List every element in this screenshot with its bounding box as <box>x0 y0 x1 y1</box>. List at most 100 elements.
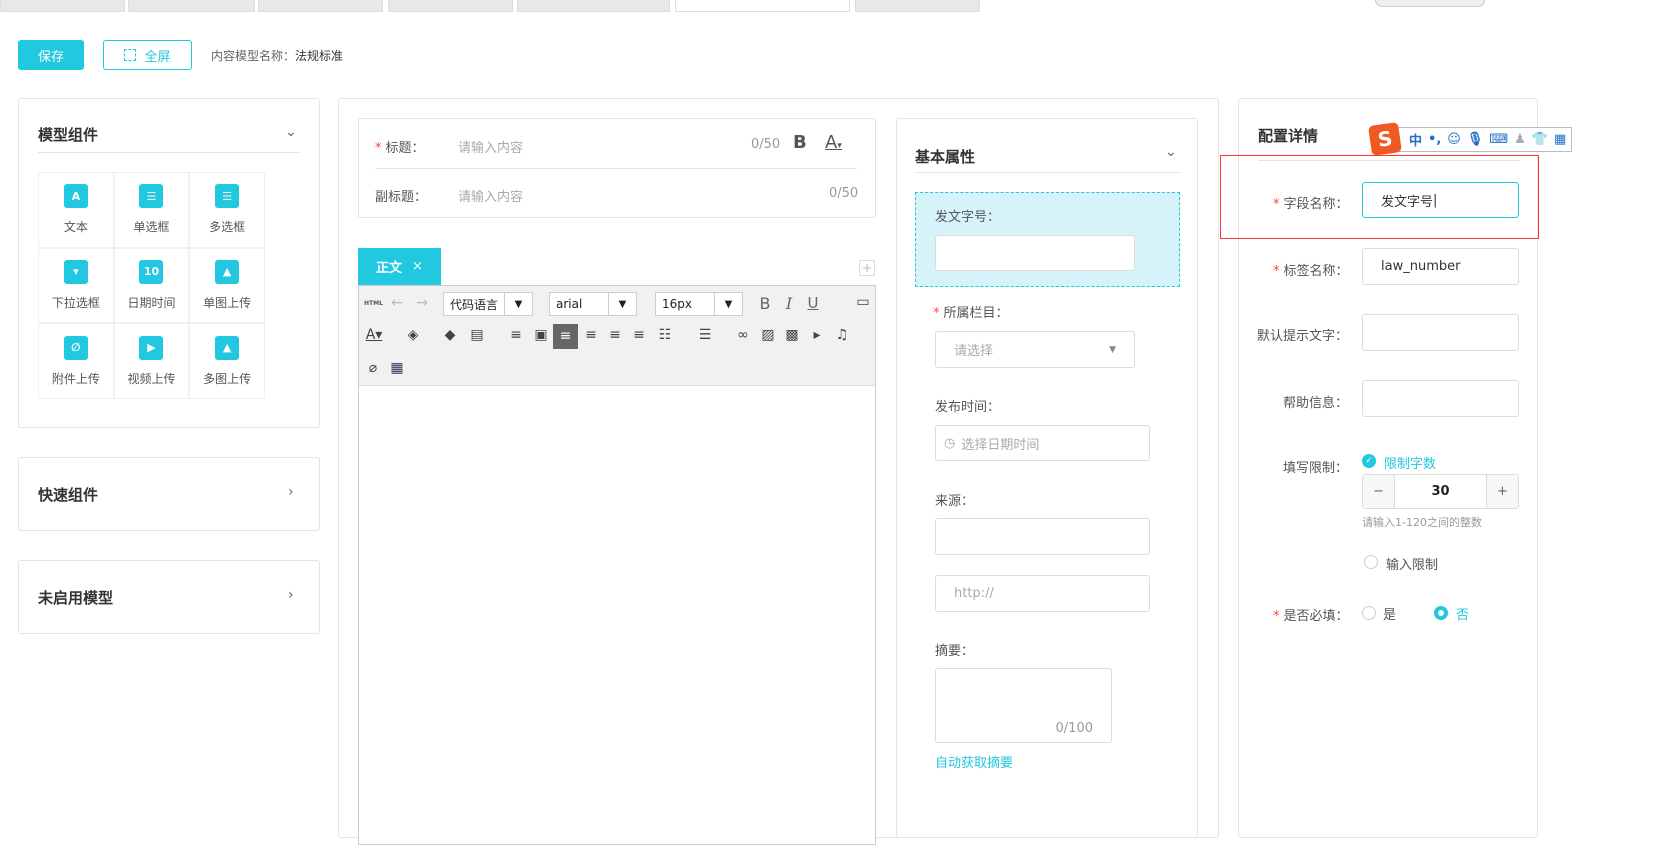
unordered-list-icon[interactable]: ☰ <box>696 327 714 343</box>
skin-icon[interactable]: 👕 <box>1532 132 1548 147</box>
top-tab[interactable] <box>0 0 125 12</box>
fullscreen-label: 全屏 <box>144 49 171 65</box>
top-tab[interactable] <box>128 0 255 12</box>
grid-icon[interactable]: ▦ <box>1554 132 1566 147</box>
table-icon[interactable]: ▦ <box>388 360 406 376</box>
background-color-icon[interactable]: ◈ <box>404 327 422 343</box>
title-input[interactable]: 请输入内容 <box>458 137 523 156</box>
italic-icon[interactable]: I <box>780 294 798 313</box>
eraser-icon[interactable]: ◆ <box>441 327 459 343</box>
preview-icon[interactable]: ▭ <box>854 294 872 310</box>
components-grid: A 文本 ☰ 单选框 ☰ 多选框 ▾ 下拉选框 10 日期时间 ▲ 单图上传 ∅ 附件上传 ▶… <box>38 172 265 399</box>
chevron-down-icon[interactable]: ⌄ <box>1165 144 1177 160</box>
font-family-select[interactable]: arial ▼ <box>549 292 637 316</box>
tag-name-input[interactable]: law_number <box>1362 248 1519 285</box>
source-input[interactable] <box>935 518 1150 555</box>
component-text[interactable]: A 文本 <box>39 173 113 247</box>
components-title: 模型组件 <box>38 126 99 144</box>
doc-number-input[interactable] <box>935 235 1135 271</box>
align-center-icon[interactable]: ≡ <box>606 327 624 343</box>
save-button[interactable]: 保存 <box>18 40 84 70</box>
tab-body[interactable]: 正文 × <box>358 248 441 285</box>
image-icon[interactable]: ▨ <box>759 327 777 343</box>
component-select[interactable]: ▾ 下拉选框 <box>39 248 113 323</box>
component-label: 日期时间 <box>127 295 176 310</box>
check-icon[interactable]: ✓ <box>1362 454 1376 468</box>
top-tab[interactable] <box>388 0 513 12</box>
checkbox-icon: ☰ <box>215 184 240 209</box>
required-no-label: 否 <box>1456 608 1470 623</box>
fullscreen-button[interactable]: 全屏 <box>103 40 192 70</box>
undo-icon[interactable]: ← <box>388 295 406 311</box>
field-name-input[interactable]: 发文字号 | <box>1362 182 1519 218</box>
html-source-button[interactable]: HTML <box>364 300 383 307</box>
limit-chars-option[interactable]: 限制字数 <box>1384 453 1436 472</box>
align-left-icon[interactable]: ≡ <box>553 324 578 349</box>
decrement-button[interactable]: − <box>1363 475 1395 508</box>
help-input[interactable] <box>1362 380 1519 417</box>
format-icon[interactable]: ▤ <box>468 327 486 343</box>
user-icon[interactable]: ♟ <box>1514 132 1526 147</box>
image-icon: ▲ <box>215 259 240 284</box>
component-video[interactable]: ▶ 视频上传 <box>114 324 189 398</box>
divider <box>375 168 857 169</box>
ordered-list-icon[interactable]: ☷ <box>656 327 674 343</box>
microphone-icon[interactable]: 🎙 <box>1467 132 1484 147</box>
chevron-down-icon[interactable]: ⌄ <box>285 124 297 140</box>
url-input[interactable]: http:// <box>935 575 1150 612</box>
bold-icon[interactable]: B <box>756 294 774 313</box>
top-tab[interactable] <box>855 0 980 12</box>
datetime-input[interactable]: ◷ 选择日期时间 <box>935 425 1150 461</box>
required-no-radio[interactable] <box>1434 606 1448 620</box>
auto-summary-link[interactable]: 自动获取摘要 <box>935 752 1013 771</box>
font-color-icon[interactable]: A▾ <box>825 132 842 153</box>
component-attachment[interactable]: ∅ 附件上传 <box>39 324 113 398</box>
align-right-icon[interactable]: ≡ <box>582 327 600 343</box>
subtitle-input[interactable]: 请输入内容 <box>458 186 523 205</box>
chevron-right-icon[interactable]: › <box>288 484 294 500</box>
component-checkbox[interactable]: ☰ 多选框 <box>190 173 264 247</box>
attachment-icon[interactable]: ⌀ <box>364 360 382 376</box>
code-language-select[interactable]: 代码语言 ▼ <box>443 292 533 316</box>
input-limit-radio[interactable] <box>1364 555 1378 569</box>
font-color-icon[interactable]: A▾ <box>365 327 383 343</box>
ime-punctuation[interactable]: •, <box>1428 132 1441 147</box>
ime-language[interactable]: 中 <box>1409 130 1422 149</box>
emoji-icon[interactable]: ☺ <box>1447 132 1461 147</box>
top-tab-active[interactable] <box>675 0 850 12</box>
required-yes-radio[interactable] <box>1362 606 1376 620</box>
limit-value[interactable]: 30 <box>1395 475 1486 508</box>
increment-button[interactable]: + <box>1486 475 1518 508</box>
underline-icon[interactable]: U <box>804 294 822 312</box>
add-tab-icon[interactable]: + <box>859 260 875 276</box>
time-label: 发布时间： <box>935 400 1001 415</box>
bold-icon[interactable]: B <box>793 132 807 153</box>
keyboard-icon[interactable]: ⌨ <box>1489 132 1508 147</box>
align-justify-icon[interactable]: ≡ <box>630 327 648 343</box>
column-select[interactable]: 请选择 ▼ <box>935 331 1135 368</box>
summary-textarea[interactable]: 0/100 <box>935 668 1112 743</box>
paste-text-icon[interactable]: ▣ <box>532 327 550 343</box>
component-datetime[interactable]: 10 日期时间 <box>114 248 189 323</box>
component-image[interactable]: ▲ 单图上传 <box>190 248 264 323</box>
component-multi-image[interactable]: ▲ 多图上传 <box>190 324 264 398</box>
chevron-down-icon: ▼ <box>504 293 532 315</box>
close-icon[interactable]: × <box>412 259 423 274</box>
redo-icon[interactable]: → <box>413 295 431 311</box>
music-icon[interactable]: ♫ <box>833 327 851 343</box>
indent-icon[interactable]: ≡ <box>507 327 525 343</box>
chevron-right-icon[interactable]: › <box>288 587 294 603</box>
component-label: 视频上传 <box>127 371 176 386</box>
component-radio[interactable]: ☰ 单选框 <box>114 173 189 247</box>
font-size-select[interactable]: 16px ▼ <box>655 292 743 316</box>
top-tab[interactable] <box>517 0 670 12</box>
limit-stepper[interactable]: − 30 + <box>1362 474 1519 509</box>
config-title: 配置详情 <box>1258 127 1319 145</box>
sogou-logo-icon[interactable]: S <box>1368 122 1402 156</box>
video-icon[interactable]: ▸ <box>808 327 826 343</box>
default-hint-input[interactable] <box>1362 314 1519 351</box>
insert-image-icon[interactable]: ▩ <box>783 327 801 343</box>
component-label: 单选框 <box>133 220 170 235</box>
link-icon[interactable]: ∞ <box>734 327 752 343</box>
top-tab[interactable] <box>258 0 383 12</box>
